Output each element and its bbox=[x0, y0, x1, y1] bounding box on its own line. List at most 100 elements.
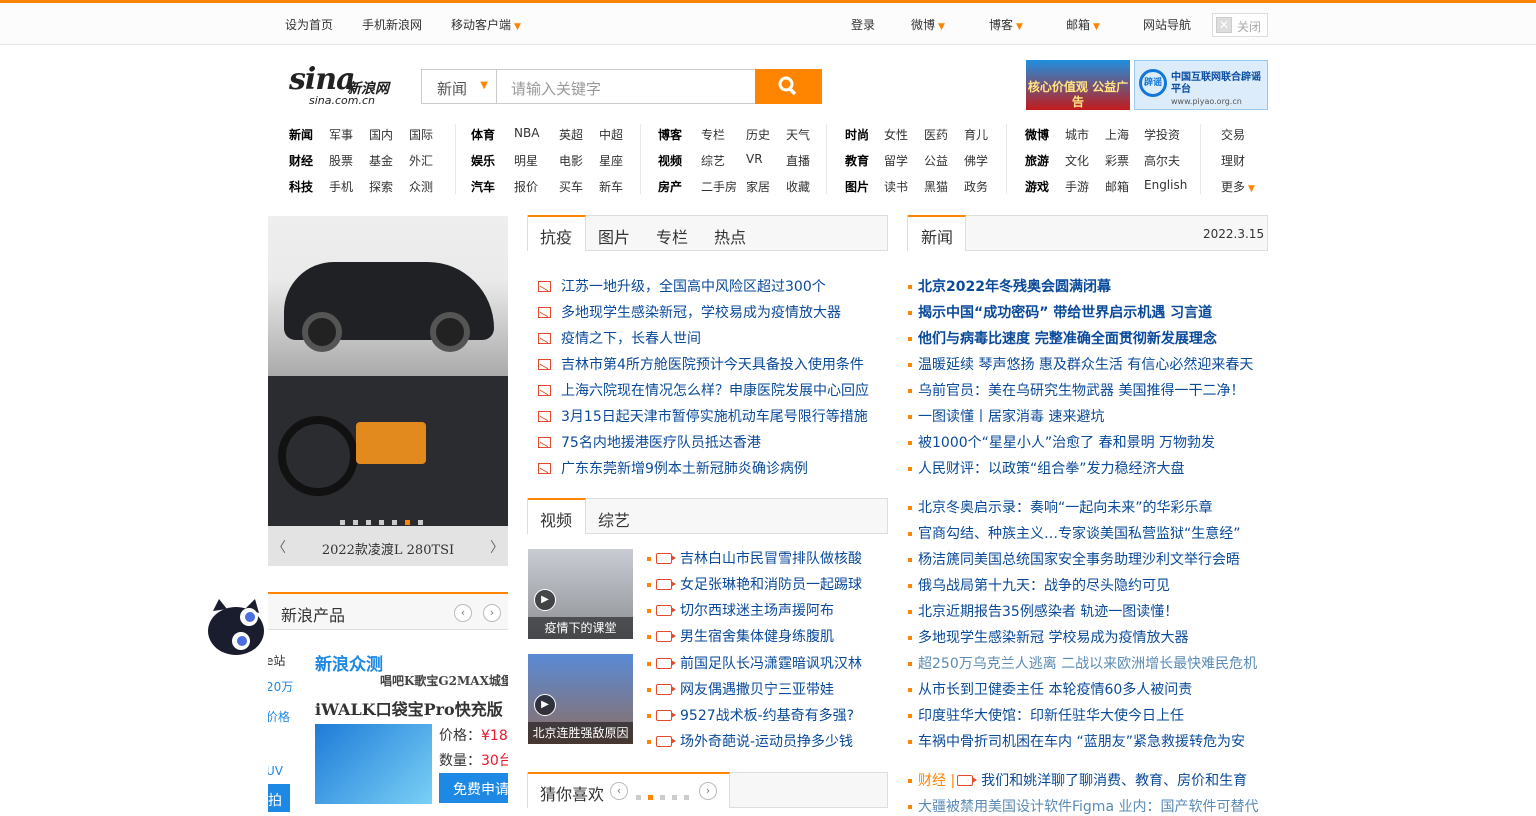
nav-link-c6-2[interactable]: 更多 ▼ bbox=[1221, 178, 1255, 195]
nav-link-c3-0-0[interactable]: 博客 bbox=[658, 126, 682, 143]
blog-menu[interactable]: 博客 ▼ bbox=[989, 16, 1023, 33]
tab-video[interactable]: 视频 bbox=[540, 507, 572, 531]
video-thumbnail[interactable]: ▶ 北京连胜强敌原因 bbox=[528, 654, 633, 744]
nav-link-c4-1-1[interactable]: 留学 bbox=[884, 152, 908, 169]
epidemic-list-item[interactable]: 广东东莞新增9例本土新冠肺炎确诊病例 bbox=[538, 458, 808, 478]
list-item-title[interactable]: 切尔西球迷主场声援阿布 bbox=[680, 603, 834, 619]
nav-link-c5-2-2[interactable]: 邮箱 bbox=[1105, 178, 1129, 195]
nav-link-c3-2-0[interactable]: 房产 bbox=[658, 178, 682, 195]
nav-link-c2-0-2[interactable]: 英超 bbox=[559, 126, 583, 143]
video-list-item[interactable]: 吉林白山市民冒雪排队做核酸 bbox=[656, 548, 862, 568]
product-side-button[interactable]: 拍 bbox=[268, 784, 290, 812]
epidemic-list-item[interactable]: 江苏一地升级，全国高中风险区超过300个 bbox=[538, 276, 826, 296]
nav-link-c5-0-0[interactable]: 微博 bbox=[1025, 126, 1049, 143]
list-item-title[interactable]: 多地现学生感染新冠，学校易成为疫情放大器 bbox=[561, 305, 841, 321]
list-item-title[interactable]: 前国足队长冯潇霆暗讽巩汉林 bbox=[680, 656, 862, 672]
tab-epidemic[interactable]: 抗疫 bbox=[540, 224, 572, 248]
epidemic-list-item[interactable]: 上海六院现在情况怎么样？申康医院发展中心回应 bbox=[538, 380, 869, 400]
nav-link-c1-1-1[interactable]: 股票 bbox=[329, 152, 353, 169]
list-item-title[interactable]: 75名内地援港医疗队员抵达香港 bbox=[561, 435, 761, 451]
login-link[interactable]: 登录 bbox=[851, 16, 875, 33]
nav-link-c1-2-3[interactable]: 众测 bbox=[409, 178, 433, 195]
slider-dot[interactable] bbox=[366, 520, 371, 525]
slider-dot[interactable] bbox=[353, 520, 358, 525]
nav-link-c4-0-1[interactable]: 女性 bbox=[884, 126, 908, 143]
video-list-item[interactable]: 男生宿舍集体健身练腹肌 bbox=[656, 626, 834, 646]
guess-like-dots[interactable] bbox=[636, 789, 689, 803]
nav-link-c1-0-1[interactable]: 军事 bbox=[329, 126, 353, 143]
nav-link-c5-1-1[interactable]: 文化 bbox=[1065, 152, 1089, 169]
tab-hot[interactable]: 热点 bbox=[714, 224, 746, 248]
product-side-text[interactable]: UV bbox=[268, 764, 283, 778]
nav-link-c4-1-0[interactable]: 教育 bbox=[845, 152, 869, 169]
news-link[interactable]: 一图读懂丨居家消毒 速来避坑 bbox=[918, 406, 1104, 426]
product-sub[interactable]: 唱吧K歌宝G2MAX城堡 bbox=[380, 672, 508, 689]
nav-link-c3-1-2[interactable]: VR bbox=[746, 152, 763, 166]
finance-title[interactable]: 我们和姚洋聊了聊消费、教育、房价和生育 bbox=[981, 773, 1247, 789]
news-link[interactable]: 印度驻华大使馆：印新任驻华大使今日上任 bbox=[918, 705, 1184, 725]
news-link[interactable]: 北京近期报告35例感染者 轨迹一图读懂！ bbox=[918, 601, 1178, 621]
nav-link-c5-0-2[interactable]: 上海 bbox=[1105, 126, 1129, 143]
nav-link-c2-0-1[interactable]: NBA bbox=[514, 126, 539, 140]
epidemic-list-item[interactable]: 多地现学生感染新冠，学校易成为疫情放大器 bbox=[538, 302, 841, 322]
apply-button[interactable]: 免费申请 bbox=[439, 773, 508, 803]
chevron-right-icon[interactable]: › bbox=[699, 782, 717, 800]
nav-link-c2-2-3[interactable]: 新车 bbox=[599, 178, 623, 195]
nav-link-c3-1-3[interactable]: 直播 bbox=[786, 152, 810, 169]
list-item-title[interactable]: 江苏一地升级，全国高中风险区超过300个 bbox=[561, 279, 826, 295]
nav-link-c5-0-3[interactable]: 学投资 bbox=[1144, 126, 1180, 143]
list-item-title[interactable]: 3月15日起天津市暂停实施机动车尾号限行等措施 bbox=[561, 409, 868, 425]
nav-link-c1-1-0[interactable]: 财经 bbox=[289, 152, 313, 169]
list-item-title[interactable]: 广东东莞新增9例本土新冠肺炎确诊病例 bbox=[561, 461, 808, 477]
nav-link-c4-0-3[interactable]: 育儿 bbox=[964, 126, 988, 143]
nav-link-c2-2-2[interactable]: 买车 bbox=[559, 178, 583, 195]
nav-link-c3-2-1[interactable]: 二手房 bbox=[701, 178, 737, 195]
nav-link-c6-0[interactable]: 交易 bbox=[1221, 126, 1245, 143]
search-button[interactable] bbox=[755, 69, 822, 104]
site-nav-link[interactable]: 网站导航 bbox=[1143, 16, 1191, 33]
slider-dot[interactable] bbox=[340, 520, 345, 525]
list-item-title[interactable]: 男生宿舍集体健身练腹肌 bbox=[680, 629, 834, 645]
nav-link-c1-0-3[interactable]: 国际 bbox=[409, 126, 433, 143]
nav-link-c5-0-1[interactable]: 城市 bbox=[1065, 126, 1089, 143]
list-item-title[interactable]: 吉林市第4所方舱医院预计今天具备投入使用条件 bbox=[561, 357, 864, 373]
slider-caption[interactable]: 2022款凌渡L 280TSI bbox=[322, 543, 454, 558]
epidemic-list-item[interactable]: 75名内地援港医疗队员抵达香港 bbox=[538, 432, 761, 452]
product-image[interactable] bbox=[315, 724, 432, 804]
nav-link-c3-2-3[interactable]: 收藏 bbox=[786, 178, 810, 195]
focus-slider[interactable]: 〈 2022款凌渡L 280TSI 〉 bbox=[268, 216, 508, 566]
video-list-item[interactable]: 切尔西球迷主场声援阿布 bbox=[656, 600, 834, 620]
news-link[interactable]: 乌前官员：美在乌研究生物武器 美国推得一干二净！ bbox=[918, 380, 1244, 400]
nav-link-c3-1-0[interactable]: 视频 bbox=[658, 152, 682, 169]
list-item-title[interactable]: 吉林白山市民冒雪排队做核酸 bbox=[680, 551, 862, 567]
nav-link-c3-0-3[interactable]: 天气 bbox=[786, 126, 810, 143]
list-item-title[interactable]: 场外奇葩说-运动员挣多少钱 bbox=[680, 734, 853, 750]
slider-dot[interactable] bbox=[379, 520, 384, 525]
nav-link-c5-1-2[interactable]: 彩票 bbox=[1105, 152, 1129, 169]
news-link[interactable]: 超250万乌克兰人逃离 二战以来欧洲增长最快难民危机 bbox=[918, 653, 1257, 673]
product-side-text[interactable]: 价格 bbox=[268, 708, 290, 725]
nav-link-c1-2-0[interactable]: 科技 bbox=[289, 178, 313, 195]
news-link[interactable]: 大疆被禁用美国设计软件Figma 业内：国产软件可替代 bbox=[918, 796, 1258, 816]
slider-dot[interactable] bbox=[418, 520, 423, 525]
nav-link-c1-2-1[interactable]: 手机 bbox=[329, 178, 353, 195]
mobile-sina-link[interactable]: 手机新浪网 bbox=[362, 16, 422, 33]
news-link[interactable]: 从市长到卫健委主任 本轮疫情60多人被问责 bbox=[918, 679, 1192, 699]
tab-variety[interactable]: 综艺 bbox=[598, 507, 630, 531]
nav-link-c2-0-0[interactable]: 体育 bbox=[471, 126, 495, 143]
cat-mascot-icon[interactable] bbox=[205, 597, 267, 659]
nav-link-c4-0-0[interactable]: 时尚 bbox=[845, 126, 869, 143]
piyao-ad-banner[interactable]: 辟谣 中国互联网联合辟谣平台 www.piyao.org.cn bbox=[1134, 60, 1268, 110]
news-link[interactable]: 杨洁篪同美国总统国家安全事务助理沙利文举行会晤 bbox=[918, 549, 1240, 569]
nav-link-c2-0-3[interactable]: 中超 bbox=[599, 126, 623, 143]
headline-link[interactable]: 他们与病毒比速度 完整准确全面贯彻新发展理念 bbox=[918, 328, 1217, 348]
news-link[interactable]: 温暖延续 琴声悠扬 惠及群众生活 有信心必然迎来春天 bbox=[918, 354, 1253, 374]
mobile-client-menu[interactable]: 移动客户端 ▼ bbox=[451, 16, 521, 33]
finance-news-link[interactable]: 财经 | 我们和姚洋聊了聊消费、教育、房价和生育 bbox=[918, 770, 1247, 790]
nav-link-c1-0-0[interactable]: 新闻 bbox=[289, 126, 313, 143]
product-side-text[interactable]: 20万 bbox=[268, 678, 293, 695]
epidemic-list-item[interactable]: 疫情之下，长春人世间 bbox=[538, 328, 701, 348]
values-ad-banner[interactable]: 核心价值观 公益广告 bbox=[1026, 60, 1130, 110]
nav-link-c4-2-0[interactable]: 图片 bbox=[845, 178, 869, 195]
nav-link-c4-2-3[interactable]: 政务 bbox=[964, 178, 988, 195]
